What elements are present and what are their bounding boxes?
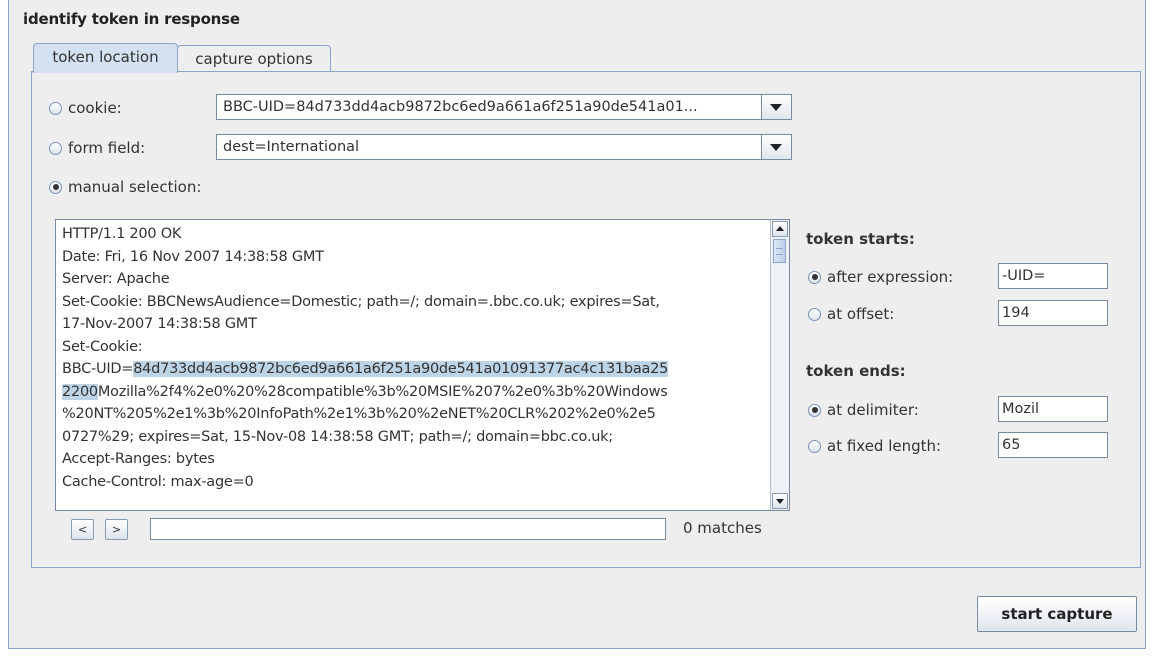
cookie-label: cookie: [68, 99, 122, 117]
token-ends-title: token ends: [806, 362, 906, 380]
at-offset-field[interactable]: 194 [998, 300, 1108, 326]
manual-selection-label: manual selection: [68, 178, 202, 196]
form-field-radio[interactable] [49, 141, 62, 155]
at-offset-option[interactable]: at offset: [808, 305, 894, 323]
token-identification-dialog: identify token in response token locatio… [8, 0, 1146, 649]
response-line: Server: Apache [62, 271, 170, 287]
manual-selection-radio[interactable] [49, 180, 62, 194]
chevron-down-icon[interactable] [761, 95, 791, 119]
at-fixed-length-field[interactable]: 65 [998, 432, 1108, 458]
token-starts-title: token starts: [806, 230, 915, 248]
response-line: Accept-Ranges: bytes [62, 451, 215, 467]
tab-capture-options[interactable]: capture options [177, 45, 331, 72]
form-field-label: form field: [68, 139, 146, 157]
at-offset-radio[interactable] [808, 307, 821, 321]
response-text-segment: BBC-UID= [62, 361, 134, 377]
response-line: Set-Cookie: [62, 338, 143, 355]
vertical-scrollbar[interactable] [770, 220, 789, 510]
find-input[interactable] [150, 518, 666, 540]
response-line: 17-Nov-2007 14:38:58 GMT [62, 316, 257, 332]
response-line: BBC-UID=84d733dd4acb9872bc6ed9a661a6f251… [62, 358, 766, 381]
response-line: Date: Fri, 16 Nov 2007 14:38:58 GMT [62, 248, 324, 265]
at-delimiter-label: at delimiter: [827, 401, 919, 419]
at-fixed-length-option[interactable]: at fixed length: [808, 437, 941, 455]
after-expression-field[interactable]: -UID= [998, 263, 1108, 289]
at-fixed-length-radio[interactable] [808, 439, 821, 453]
at-offset-label: at offset: [827, 305, 895, 323]
form-field-select[interactable]: dest=International [216, 134, 792, 160]
after-expression-option[interactable]: after expression: [808, 268, 953, 286]
chevron-down-icon[interactable] [761, 135, 791, 159]
tab-token-location[interactable]: token location [33, 43, 178, 73]
response-line: 2200Mozilla%2f4%2e0%20%28compatible%3b%2… [62, 381, 766, 404]
previous-match-button[interactable]: < [71, 519, 94, 540]
scroll-down-icon[interactable] [772, 493, 788, 509]
next-match-button[interactable]: > [105, 519, 128, 540]
response-line: 0727%29; expires=Sat, 15-Nov-08 14:38:58… [62, 428, 613, 445]
after-expression-radio[interactable] [808, 270, 821, 284]
after-expression-label: after expression: [827, 268, 954, 286]
response-text: HTTP/1.1 200 OK Date: Fri, 16 Nov 2007 1… [62, 223, 766, 493]
at-delimiter-field[interactable]: Mozil [998, 396, 1108, 422]
form-field-select-value: dest=International [223, 139, 360, 155]
scroll-up-icon[interactable] [772, 221, 788, 237]
response-textarea[interactable]: HTTP/1.1 200 OK Date: Fri, 16 Nov 2007 1… [55, 219, 790, 511]
at-fixed-length-label: at fixed length: [827, 437, 942, 455]
manual-selection-option[interactable]: manual selection: [49, 178, 201, 196]
cookie-select-value: BBC-UID=84d733dd4acb9872bc6ed9a661a6f251… [223, 99, 698, 115]
at-delimiter-option[interactable]: at delimiter: [808, 401, 919, 419]
form-field-option[interactable]: form field: [49, 139, 145, 157]
response-text-segment: Mozilla%2f4%2e0%20%28compatible%3b%20MSI… [97, 383, 668, 400]
response-line: Set-Cookie: BBCNewsAudience=Domestic; pa… [62, 293, 660, 310]
selected-token-text: 2200 [62, 383, 98, 400]
group-title: identify token in response [23, 10, 240, 28]
cookie-option[interactable]: cookie: [49, 99, 122, 117]
cookie-select[interactable]: BBC-UID=84d733dd4acb9872bc6ed9a661a6f251… [216, 94, 792, 120]
selected-token-text: 84d733dd4acb9872bc6ed9a661a6f251a90de541… [133, 361, 669, 377]
start-capture-button[interactable]: start capture [977, 596, 1137, 632]
response-line: Cache-Control: max-age=0 [62, 473, 254, 490]
at-delimiter-radio[interactable] [808, 403, 821, 417]
match-count: 0 matches [683, 519, 762, 537]
cookie-radio[interactable] [49, 101, 62, 115]
response-line: %20NT%205%2e1%3b%20InfoPath%2e1%3b%20%2e… [62, 406, 656, 422]
response-line: HTTP/1.1 200 OK [62, 226, 182, 242]
scrollbar-thumb[interactable] [773, 239, 786, 263]
